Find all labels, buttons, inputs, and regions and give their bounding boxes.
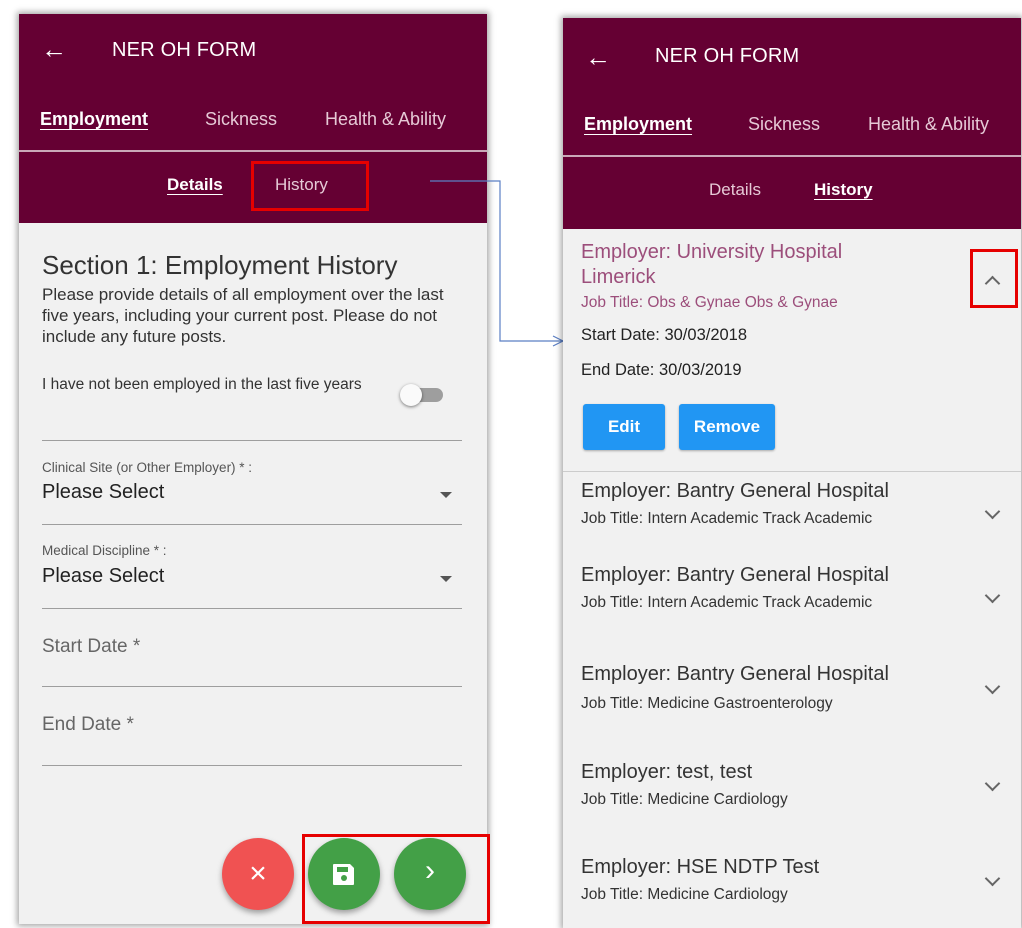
history-item-1-employer[interactable]: Employer: Bantry General Hospital (581, 480, 889, 503)
collapse-highlight-box (970, 249, 1018, 308)
expanded-employer[interactable]: Employer: University Hospital Limerick (581, 240, 911, 290)
expanded-start-date: Start Date: 30/03/2018 (581, 326, 748, 344)
history-item-1-job-title: Job Title: Intern Academic Track Academi… (581, 510, 873, 527)
edit-button[interactable]: Edit (583, 404, 665, 450)
subtab-history[interactable]: History (814, 180, 873, 200)
history-item-5-job-title: Job Title: Medicine Cardiology (581, 886, 788, 903)
chevron-down-icon[interactable] (984, 678, 1001, 695)
expanded-end-date: End Date: 30/03/2019 (581, 361, 742, 379)
remove-button[interactable]: Remove (679, 404, 775, 450)
chevron-down-icon[interactable] (984, 587, 1001, 604)
expanded-job-title: Job Title: Obs & Gynae Obs & Gynae (581, 294, 838, 311)
tab-sickness[interactable]: Sickness (748, 114, 820, 135)
history-item-2-job-title: Job Title: Intern Academic Track Academi… (581, 594, 873, 611)
app-title: NER OH FORM (655, 45, 800, 67)
tab-employment[interactable]: Employment (584, 114, 692, 135)
subtab-details[interactable]: Details (709, 180, 761, 200)
tab-divider (563, 155, 1021, 157)
app-header: ← NER OH FORM Employment Sickness Health… (563, 18, 1021, 229)
history-item-2-employer[interactable]: Employer: Bantry General Hospital (581, 564, 889, 587)
history-item-3-job-title: Job Title: Medicine Gastroenterology (581, 695, 833, 712)
chevron-down-icon[interactable] (984, 870, 1001, 887)
chevron-down-icon[interactable] (984, 775, 1001, 792)
arrow-left-icon[interactable]: ← (585, 44, 611, 70)
history-item-4-employer[interactable]: Employer: test, test (581, 761, 752, 784)
history-item-4-job-title: Job Title: Medicine Cardiology (581, 791, 788, 808)
chevron-down-icon[interactable] (984, 503, 1001, 520)
history-item-3-employer[interactable]: Employer: Bantry General Hospital (581, 663, 889, 686)
history-item-5-employer[interactable]: Employer: HSE NDTP Test (581, 856, 819, 879)
tab-health-ability[interactable]: Health & Ability (868, 114, 989, 135)
right-phone-screen: ← NER OH FORM Employment Sickness Health… (563, 18, 1021, 928)
divider (563, 471, 1021, 472)
